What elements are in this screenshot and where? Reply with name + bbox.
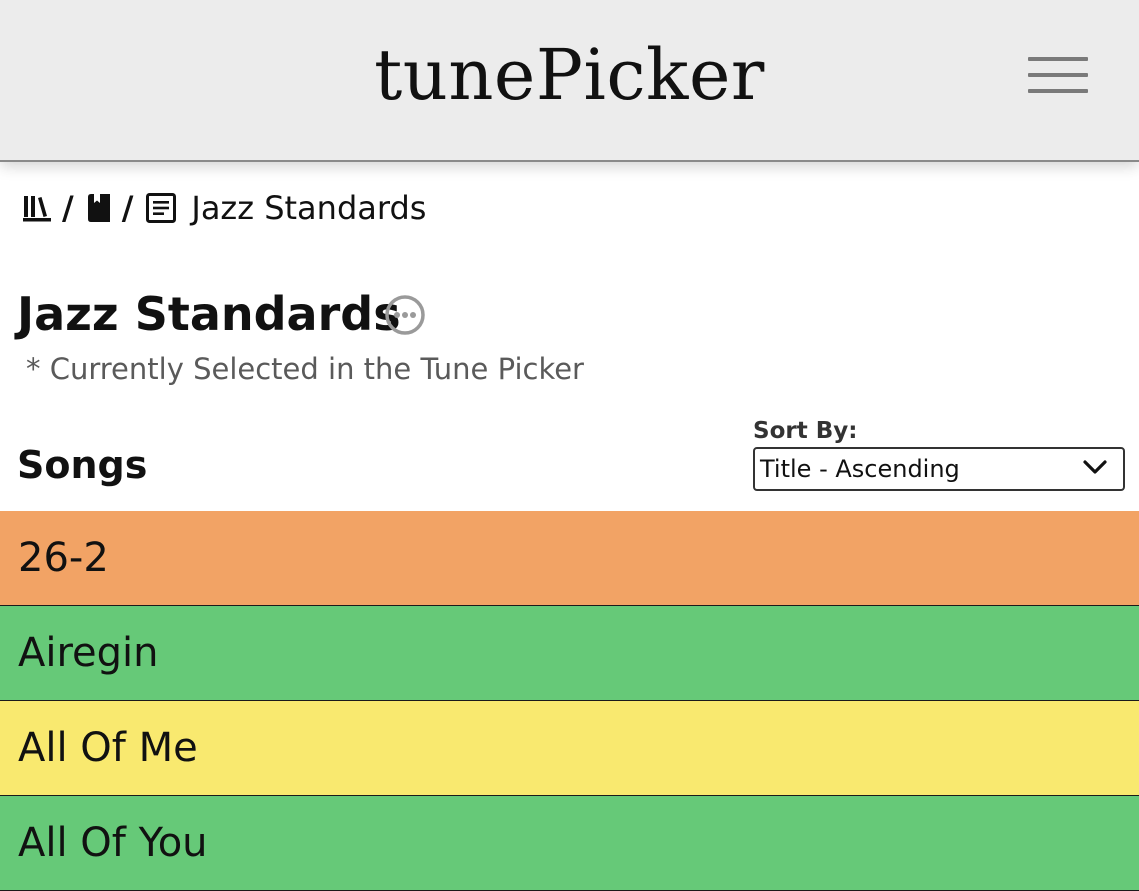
app-title: tunePicker (374, 34, 765, 116)
page-subtitle: * Currently Selected in the Tune Picker (26, 352, 584, 386)
menu-line (1028, 57, 1088, 61)
song-row[interactable]: Airegin (0, 606, 1139, 701)
songs-heading: Songs (17, 443, 148, 487)
song-title: All Of You (18, 820, 208, 866)
breadcrumb-current: Jazz Standards (191, 189, 427, 227)
document-icon (145, 192, 177, 224)
more-options-icon[interactable] (384, 294, 426, 336)
song-row[interactable]: All Of Me (0, 701, 1139, 796)
page-title: Jazz Standards (17, 287, 401, 341)
song-title: All Of Me (18, 725, 198, 771)
breadcrumb: / / Jazz Standards (22, 186, 426, 230)
breadcrumb-separator: / (121, 189, 134, 227)
menu-line (1028, 89, 1088, 93)
song-title: 26-2 (18, 535, 109, 581)
app-header: tunePicker (0, 0, 1139, 162)
menu-line (1028, 73, 1088, 77)
sort-selected-value: Title - Ascending (760, 455, 960, 483)
hamburger-menu-icon[interactable] (1026, 54, 1090, 96)
library-icon[interactable] (22, 193, 52, 223)
song-title: Airegin (18, 630, 159, 676)
song-row[interactable]: 26-2 (0, 511, 1139, 606)
chevron-down-icon (1083, 459, 1107, 479)
song-row[interactable]: All Of You (0, 796, 1139, 891)
sort-label: Sort By: (753, 418, 858, 444)
sort-select[interactable]: Title - Ascending (753, 447, 1125, 491)
breadcrumb-separator: / (62, 189, 74, 227)
song-list: 26-2 Airegin All Of Me All Of You (0, 511, 1139, 891)
book-icon[interactable] (86, 193, 112, 223)
